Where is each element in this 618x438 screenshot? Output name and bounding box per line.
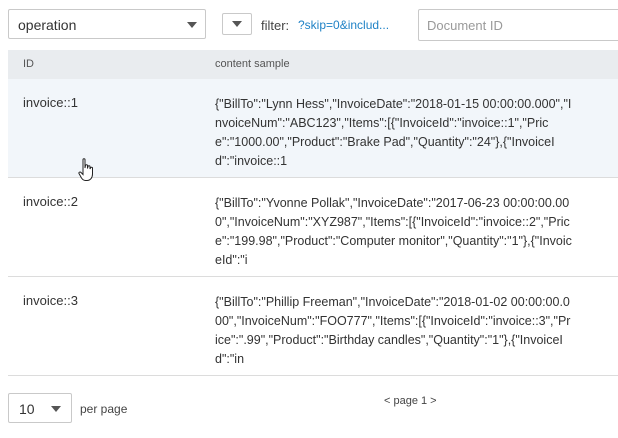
- page-navigation[interactable]: < page 1 >: [384, 395, 437, 407]
- chevron-down-icon: [232, 21, 242, 27]
- row-content-sample: {"BillTo":"Yvonne Pollak","InvoiceDate":…: [215, 196, 572, 267]
- table-row[interactable]: invoice::3 {"BillTo":"Phillip Freeman","…: [8, 277, 618, 376]
- view-select-value: operation: [18, 17, 77, 33]
- column-header-id: ID: [23, 58, 34, 70]
- chevron-down-icon: [51, 406, 61, 412]
- row-id: invoice::1: [23, 95, 78, 110]
- per-page-select[interactable]: 10: [8, 393, 72, 423]
- table-row[interactable]: invoice::2 {"BillTo":"Yvonne Pollak","In…: [8, 178, 618, 277]
- filter-label: filter:: [261, 18, 290, 33]
- view-select[interactable]: operation: [8, 9, 206, 39]
- document-id-input[interactable]: [418, 9, 618, 41]
- per-page-label: per page: [80, 402, 128, 416]
- row-id: invoice::3: [23, 293, 78, 308]
- pointer-hand-icon: [78, 158, 93, 181]
- filter-link[interactable]: ?skip=0&includ...: [298, 18, 406, 32]
- table-row[interactable]: invoice::1 {"BillTo":"Lynn Hess","Invoic…: [8, 79, 618, 178]
- filter-toggle-button[interactable]: [222, 13, 252, 35]
- row-id: invoice::2: [23, 194, 78, 209]
- pagination-footer: 10 per page < page 1 >: [0, 388, 618, 438]
- toolbar: operation filter: ?skip=0&includ...: [0, 0, 618, 50]
- documents-table: ID content sample invoice::1 {"BillTo":"…: [8, 50, 618, 376]
- per-page-value: 10: [19, 401, 35, 417]
- chevron-down-icon: [187, 22, 197, 28]
- row-content-sample: {"BillTo":"Lynn Hess","InvoiceDate":"201…: [215, 97, 572, 168]
- table-header: ID content sample: [8, 50, 618, 79]
- column-header-content-sample: content sample: [215, 58, 290, 70]
- row-content-sample: {"BillTo":"Phillip Freeman","InvoiceDate…: [215, 295, 571, 366]
